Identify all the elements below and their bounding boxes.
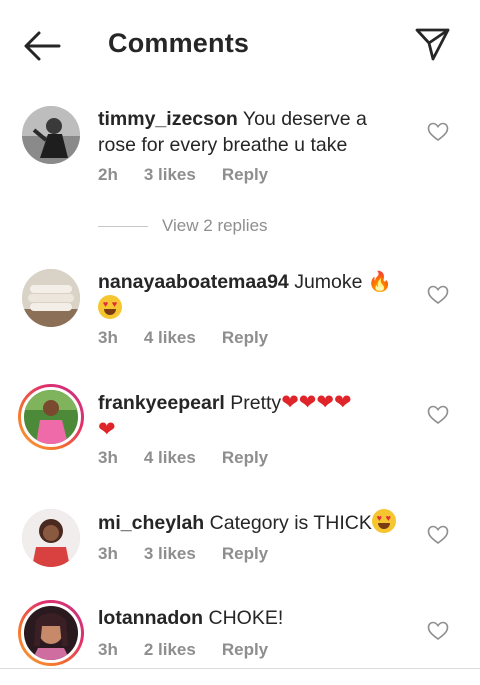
heart-outline-icon xyxy=(427,621,449,640)
reply-button[interactable]: Reply xyxy=(222,165,268,185)
like-button[interactable] xyxy=(427,525,449,545)
comment-text: frankyeepearl Pretty❤❤❤❤ ❤ xyxy=(98,389,403,443)
avatar[interactable] xyxy=(18,600,84,666)
like-button[interactable] xyxy=(427,285,449,305)
avatar[interactable] xyxy=(22,269,80,327)
red-heart-emoji-icon: ❤ xyxy=(98,417,116,441)
avatar[interactable] xyxy=(22,509,80,567)
reply-button[interactable]: Reply xyxy=(222,448,268,468)
comment-body: Category is THICK xyxy=(204,512,372,534)
back-button[interactable] xyxy=(22,28,62,64)
comment-text: timmy_izecson You deserve a rose for eve… xyxy=(98,106,403,158)
bottom-divider xyxy=(0,668,480,669)
comment-time: 3h xyxy=(98,448,118,467)
comment-likes[interactable]: 3 likes xyxy=(144,544,196,564)
comment-likes[interactable]: 4 likes xyxy=(144,328,196,348)
reply-button[interactable]: Reply xyxy=(222,328,268,348)
comment-time: 3h xyxy=(98,544,118,563)
comment-username[interactable]: frankyeepearl xyxy=(98,392,225,414)
like-button[interactable] xyxy=(427,621,449,641)
comment-time: 3h xyxy=(98,640,118,659)
comment-username[interactable]: mi_cheylah xyxy=(98,512,204,534)
send-button[interactable] xyxy=(412,24,452,64)
view-replies-button[interactable]: View 2 replies xyxy=(98,216,268,236)
comment-text: lotannadon CHOKE! xyxy=(98,605,403,631)
comment-meta: 3h 2 likes Reply xyxy=(98,640,294,660)
comment-time: 2h xyxy=(98,165,118,184)
paper-plane-icon xyxy=(415,28,450,61)
comment-text: mi_cheylah Category is THICK ♥ ♥ xyxy=(98,509,403,536)
red-heart-emoji-icon: ❤❤❤❤ xyxy=(281,390,352,414)
header-bar: Comments xyxy=(0,0,480,88)
page-title: Comments xyxy=(108,28,250,58)
heart-outline-icon xyxy=(427,405,449,424)
avatar[interactable] xyxy=(18,384,84,450)
heart-eyes-emoji-icon: ♥ ♥ xyxy=(371,509,396,533)
comment-body: CHOKE! xyxy=(203,607,284,629)
heart-outline-icon xyxy=(427,285,449,304)
comment-body: Jumoke xyxy=(288,271,368,293)
comment-meta: 3h 4 likes Reply xyxy=(98,448,294,468)
reply-button[interactable]: Reply xyxy=(222,544,268,564)
avatar[interactable] xyxy=(22,106,80,164)
like-button[interactable] xyxy=(427,405,449,425)
fire-emoji-icon: 🔥 xyxy=(367,270,393,293)
reply-button[interactable]: Reply xyxy=(222,640,268,660)
comment-meta: 2h 3 likes Reply xyxy=(98,165,294,185)
comment-username[interactable]: timmy_izecson xyxy=(98,108,238,130)
comment-meta: 3h 4 likes Reply xyxy=(98,328,294,348)
comment-username[interactable]: nanayaaboatemaa94 xyxy=(98,271,289,293)
heart-outline-icon xyxy=(427,525,449,544)
comment-likes[interactable]: 4 likes xyxy=(144,448,196,468)
comment-time: 3h xyxy=(98,328,118,347)
view-replies-label: View 2 replies xyxy=(162,216,268,235)
heart-eyes-emoji-icon: ♥ ♥ xyxy=(98,295,122,319)
heart-outline-icon xyxy=(427,122,449,141)
replies-divider-line xyxy=(98,225,148,227)
like-button[interactable] xyxy=(427,122,449,142)
comment-text: nanayaaboatemaa94 Jumoke 🔥 ♥ ♥ xyxy=(98,269,403,322)
comment-body: Pretty xyxy=(224,392,282,414)
arrow-left-icon xyxy=(24,31,61,61)
comment-likes[interactable]: 3 likes xyxy=(144,165,196,185)
comment-likes[interactable]: 2 likes xyxy=(144,640,196,660)
comment-meta: 3h 3 likes Reply xyxy=(98,544,294,564)
comment-username[interactable]: lotannadon xyxy=(98,607,203,629)
